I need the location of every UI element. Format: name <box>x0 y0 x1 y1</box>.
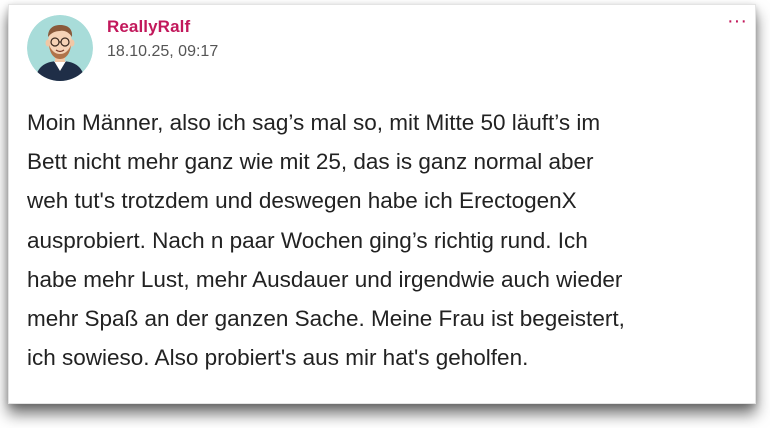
more-horizontal-icon: ··· <box>727 10 747 32</box>
post-body-line: Moin Männer, also ich sag’s mal so, mit … <box>27 110 601 135</box>
post-body-line: ausprobiert. Nach n paar Wochen ging’s r… <box>27 227 588 253</box>
post-body: Moin Männer, also ich sag’s mal so, mit … <box>27 103 747 377</box>
author-name[interactable]: ReallyRalf <box>107 17 190 37</box>
screenshot-stage: ReallyRalf 18.10.25, 09:17 ··· Moin Männ… <box>0 0 770 428</box>
post-timestamp: 18.10.25, 09:17 <box>107 43 219 60</box>
post-body-line: Bett nicht mehr ganz wie mit 25, das is … <box>27 149 594 175</box>
post-body-line: ich sowieso. Also probiert's aus mir hat… <box>27 345 529 371</box>
post-body-line: habe mehr Lust, mehr Ausdauer und irgend… <box>27 266 623 292</box>
avatar-image <box>27 15 93 81</box>
avatar[interactable] <box>27 15 93 81</box>
post-body-line: mehr Spaß an der ganzen Sache. Meine Fra… <box>27 306 625 332</box>
post-card: ReallyRalf 18.10.25, 09:17 ··· Moin Männ… <box>8 4 756 404</box>
post-body-line: weh tut's trotzdem und deswegen habe ich… <box>27 188 577 214</box>
more-options-button[interactable]: ··· <box>723 11 751 31</box>
